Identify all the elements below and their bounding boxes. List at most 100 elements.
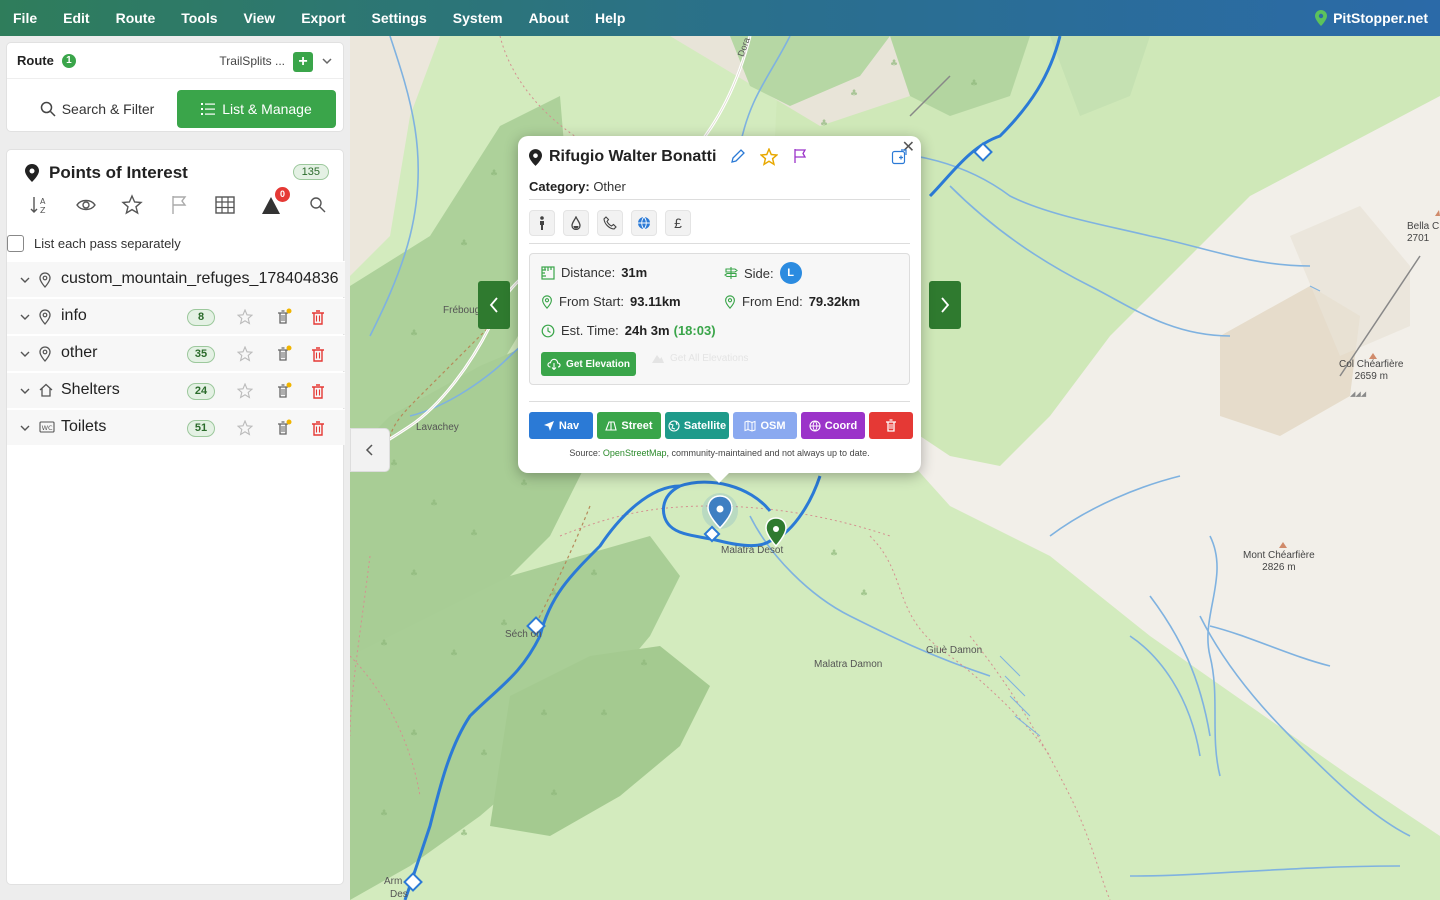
flag-icon[interactable] [168,194,190,216]
sort-az-icon[interactable]: AZ [29,194,51,216]
from-start-label: From Start: [559,294,625,309]
star-outline-icon[interactable] [237,383,253,399]
poi-title: Points of Interest [25,163,188,183]
menu-export[interactable]: Export [288,0,358,36]
street-button[interactable]: Street [597,412,661,439]
flag-icon[interactable] [792,148,808,164]
chevron-down-icon[interactable] [19,274,31,286]
clean-trash-icon[interactable] [275,308,293,326]
tab-list-manage[interactable]: List & Manage [177,90,336,128]
star-icon[interactable] [121,194,143,216]
route-name[interactable]: TrailSplits ... [219,54,285,68]
svg-text:♣: ♣ [500,619,508,629]
clean-trash-icon[interactable] [275,419,293,437]
chevron-left-icon [365,444,373,456]
menu-help[interactable]: Help [582,0,638,36]
popup-category: Category: Other [529,179,626,194]
globe-icon [809,419,821,432]
side-field: Side: L [724,262,802,284]
map-pin-icon [529,148,542,166]
star-outline-icon[interactable] [760,148,778,166]
svg-text:♣: ♣ [890,59,898,69]
popup-title-text: Rifugio Walter Bonatti [549,148,717,165]
satellite-button[interactable]: Satellite [665,412,729,439]
water-drop-icon[interactable] [563,210,589,236]
menu-system[interactable]: System [440,0,516,36]
chevron-down-icon[interactable] [19,422,31,434]
star-outline-icon[interactable] [237,346,253,362]
chevron-down-icon[interactable] [19,348,31,360]
place-label-des: Des [390,889,408,900]
clean-trash-icon[interactable] [275,382,293,400]
person-icon[interactable] [529,210,555,236]
phone-icon[interactable] [597,210,623,236]
chevron-down-icon[interactable] [19,311,31,323]
poi-group-row[interactable]: info 8 [7,298,345,334]
menu-tools[interactable]: Tools [168,0,230,36]
coord-button[interactable]: Coord [801,412,865,439]
poi-group-row[interactable]: WC Toilets 51 [7,409,345,445]
get-all-elevations-button[interactable]: Get All Elevations [651,352,748,364]
edit-pencil-icon[interactable] [730,148,746,164]
brand-link[interactable]: PitStopper.net [1315,0,1428,36]
peak-elevation: 2659 m [1354,371,1388,382]
poi-group-row[interactable]: custom_mountain_refuges_178404836 [7,261,345,297]
clean-trash-icon[interactable] [275,345,293,363]
add-route-button[interactable]: + [293,52,313,72]
globe-icon[interactable] [631,210,657,236]
street-label: Street [621,419,653,432]
svg-text:♣: ♣ [470,529,478,539]
star-outline-icon[interactable] [237,309,253,325]
prev-poi-button[interactable] [478,281,510,329]
next-poi-button[interactable] [929,281,961,329]
svg-text:WC: WC [42,424,53,432]
chevron-down-icon[interactable] [19,385,31,397]
menu-edit[interactable]: Edit [50,0,102,36]
tab-search-filter[interactable]: Search & Filter [17,90,177,128]
map-pin-icon [25,164,39,182]
poi-group-row[interactable]: Shelters 24 [7,372,345,408]
cloud-download-icon [547,358,561,370]
eye-icon[interactable] [75,194,97,216]
peak-label-bella: Bella C 2701 [1407,221,1439,245]
route-label: Route [17,53,54,68]
osm-label: OSM [760,419,786,432]
external-link-icon[interactable] [891,149,907,165]
svg-text:♣: ♣ [850,89,858,99]
menu-route[interactable]: Route [103,0,169,36]
pass-option: List each pass separately [7,232,343,254]
collapse-sidebar-button[interactable] [350,428,390,472]
trash-icon[interactable] [310,420,326,436]
side-badge: L [779,262,802,284]
menu-settings[interactable]: Settings [359,0,440,36]
nav-button[interactable]: Nav [529,412,593,439]
price-icon[interactable]: £ [665,210,691,236]
get-elevation-button[interactable]: Get Elevation [541,352,636,376]
poi-info-box: Distance: 31m Side: L From Start: 93.11k… [529,253,910,385]
trash-icon[interactable] [310,346,326,362]
search-icon[interactable] [307,194,329,216]
category-label: Category: [529,179,590,194]
place-label-lavachey: Lavachey [416,422,459,433]
map-pin-outline-icon [39,346,51,362]
menu-about[interactable]: About [516,0,582,36]
trash-icon[interactable] [310,309,326,325]
osm-button[interactable]: OSM [733,412,797,439]
osm-source-link[interactable]: OpenStreetMap [603,448,667,458]
star-outline-icon[interactable] [237,420,253,436]
menu-view[interactable]: View [231,0,289,36]
svg-text:♣: ♣ [820,119,828,129]
chevron-down-icon[interactable] [321,55,333,67]
delete-button[interactable] [869,412,913,439]
poi-group-row[interactable]: other 35 [7,335,345,371]
menu-file[interactable]: File [0,0,50,36]
trash-icon[interactable] [310,383,326,399]
nav-label: Nav [558,419,580,432]
selected-poi-marker[interactable] [702,493,738,530]
coord-label: Coord [824,419,858,432]
category-value: Other [593,179,626,194]
pass-checkbox[interactable] [7,234,24,252]
from-end-field: From End: 79.32km [724,294,860,309]
table-icon[interactable] [214,194,236,216]
poi-group-count: 51 [187,420,215,437]
